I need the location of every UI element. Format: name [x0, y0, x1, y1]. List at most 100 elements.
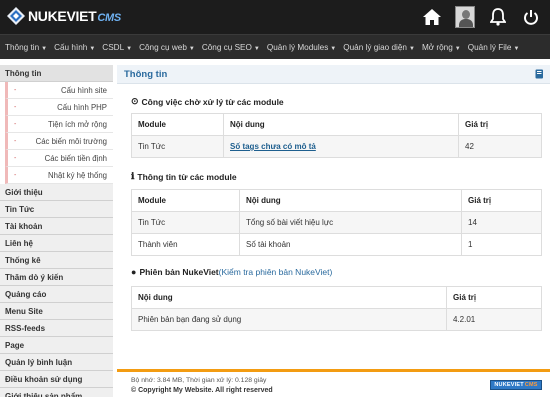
- column-header: Nội dung: [223, 113, 459, 136]
- book-icon[interactable]: [535, 69, 544, 81]
- dash-icon: -: [14, 138, 17, 145]
- nav-label: Công cụ SEO: [201, 42, 252, 52]
- caret-down-icon: ▼: [408, 45, 415, 52]
- caret-down-icon: ▼: [89, 45, 96, 52]
- caret-down-icon: ▼: [330, 45, 337, 52]
- caret-down-icon: ▼: [41, 45, 48, 52]
- dash-icon: -: [14, 87, 17, 94]
- bell-icon[interactable]: [487, 6, 509, 28]
- nav-label: Thông tin: [5, 42, 40, 52]
- section-module-info-title: ℹ Thông tin từ các module: [131, 171, 237, 182]
- home-icon[interactable]: [421, 6, 443, 28]
- section-version-title: ● Phiên bản NukeViet (Kiểm tra phiên bản…: [131, 267, 332, 277]
- sidebar-item-binh-luan[interactable]: Quản lý bình luận: [0, 354, 113, 371]
- section-pending-title: ⊙ Công việc chờ xử lý từ các module: [131, 96, 284, 107]
- section-pending-label: Công việc chờ xử lý từ các module: [141, 96, 284, 107]
- sidebar-item-tai-khoan[interactable]: Tài khoản: [0, 218, 113, 235]
- site-logo[interactable]: NUKEVIETCMS: [6, 6, 121, 26]
- footer-stats: Bộ nhớ: 3.84 MB, Thời gian xử lý: 0.128 …: [131, 377, 267, 384]
- sidebar-item-thong-ke[interactable]: Thống kê: [0, 252, 113, 269]
- table-cell: Tin Tức: [131, 135, 224, 158]
- tags-no-description-link[interactable]: Số tags chưa có mô tả: [230, 142, 316, 151]
- nav-cau-hinh[interactable]: Cấu hình ▼: [54, 43, 95, 52]
- column-header: Nội dung: [239, 189, 462, 212]
- sidebar: Thông tin - Cấu hình site - Cấu hình PHP -…: [0, 65, 113, 397]
- sidebar-subitem-bien-tien-dinh[interactable]: - Các biến tiền định: [5, 150, 113, 167]
- sidebar-item-gioi-thieu[interactable]: Giới thiệu: [0, 184, 113, 201]
- table-cell: Phiên bản bạn đang sử dụng: [131, 308, 447, 331]
- sidebar-subitem-label: Các biến môi trường: [35, 137, 107, 146]
- sidebar-subitem-cau-hinh-site[interactable]: - Cấu hình site: [5, 82, 113, 99]
- badge-suffix: CMS: [524, 382, 538, 388]
- info-icon: ℹ: [131, 171, 135, 181]
- sidebar-subitem-label: Các biến tiền định: [44, 154, 107, 163]
- caret-down-icon: ▼: [454, 45, 461, 52]
- sidebar-item-gioi-thieu-sp[interactable]: Giới thiệu sản phẩm: [0, 388, 113, 397]
- sidebar-item-lien-he[interactable]: Liên hệ: [0, 235, 113, 252]
- column-header: Giá trị: [446, 286, 542, 309]
- table-row: Thành viên Số tài khoản 1: [131, 233, 542, 256]
- module-info-table: Module Nội dung Giá trị Tin Tức Tổng số …: [131, 189, 542, 256]
- sidebar-subitem-label: Nhật ký hệ thống: [48, 171, 107, 180]
- sidebar-subitem-tien-ich[interactable]: - Tiện ích mở rộng: [5, 116, 113, 133]
- nav-quan-ly-file[interactable]: Quản lý File ▼: [468, 43, 520, 52]
- nav-cong-cu-web[interactable]: Công cụ web ▼: [139, 43, 195, 52]
- footer: Bộ nhớ: 3.84 MB, Thời gian xử lý: 0.128 …: [117, 369, 550, 397]
- caret-down-icon: ▼: [253, 45, 260, 52]
- sidebar-subitem-label: Tiện ích mở rộng: [48, 120, 107, 129]
- table-header-row: Module Nội dung Giá trị: [131, 113, 542, 136]
- section-module-info-label: Thông tin từ các module: [137, 171, 237, 182]
- column-header: Nội dung: [131, 286, 447, 309]
- version-table: Nội dung Giá trị Phiên bản bạn đang sử d…: [131, 286, 542, 331]
- sidebar-item-rss[interactable]: RSS-feeds: [0, 320, 113, 337]
- sidebar-subitem-nhat-ky[interactable]: - Nhật ký hệ thống: [5, 167, 113, 184]
- sidebar-item-page[interactable]: Page: [0, 337, 113, 354]
- nav-label: Cấu hình: [54, 42, 88, 52]
- caret-down-icon: ▼: [126, 45, 133, 52]
- sidebar-item-tin-tuc[interactable]: Tin Tức: [0, 201, 113, 218]
- table-row: Tin Tức Tổng số bài viết hiệu lực 14: [131, 211, 542, 234]
- badge-main: NUKEVIET: [494, 382, 524, 388]
- column-header: Giá trị: [461, 189, 542, 212]
- dash-icon: -: [14, 104, 17, 111]
- sidebar-item-thong-tin[interactable]: Thông tin: [0, 65, 113, 82]
- nav-label: Công cụ web: [139, 42, 187, 52]
- table-header-row: Nội dung Giá trị: [131, 286, 542, 309]
- nav-quan-ly-giao-dien[interactable]: Quản lý giao diện ▼: [343, 43, 415, 52]
- globe-icon: ●: [131, 267, 137, 277]
- page-title-bar: Thông tin: [117, 65, 550, 84]
- nav-quan-ly-modules[interactable]: Quản lý Modules ▼: [267, 43, 336, 52]
- nav-cong-cu-seo[interactable]: Công cụ SEO ▼: [202, 43, 260, 52]
- nav-label: Quản lý File: [467, 42, 512, 52]
- avatar: [455, 6, 475, 28]
- nav-mo-rong[interactable]: Mở rộng ▼: [422, 43, 461, 52]
- table-cell: 42: [458, 135, 542, 158]
- sidebar-subitem-cau-hinh-php[interactable]: - Cấu hình PHP: [5, 99, 113, 116]
- table-cell: Thành viên: [131, 233, 240, 256]
- user-avatar[interactable]: [454, 6, 476, 28]
- nav-label: Quản lý giao diện: [343, 42, 407, 52]
- page-title: Thông tin: [124, 69, 168, 80]
- footer-copyright: © Copyright My Website. All right reserv…: [131, 387, 273, 394]
- table-cell: Tổng số bài viết hiệu lực: [239, 211, 462, 234]
- sidebar-subitem-bien-moi-truong[interactable]: - Các biến môi trường: [5, 133, 113, 150]
- clock-icon: ⊙: [131, 96, 139, 106]
- nukeviet-badge[interactable]: NUKEVIET CMS: [490, 380, 542, 390]
- nav-label: Quản lý Modules: [266, 42, 329, 52]
- table-row: Phiên bản bạn đang sử dụng 4.2.01: [131, 308, 542, 331]
- table-cell: Số tài khoản: [239, 233, 462, 256]
- table-cell: 1: [461, 233, 542, 256]
- nav-csdl[interactable]: CSDL ▼: [102, 43, 132, 52]
- sidebar-item-menu-site[interactable]: Menu Site: [0, 303, 113, 320]
- dash-icon: -: [14, 121, 17, 128]
- nav-thong-tin[interactable]: Thông tin ▼: [5, 43, 47, 52]
- main-content: Thông tin ⊙ Công việc chờ xử lý từ các m…: [117, 59, 550, 397]
- sidebar-item-quang-cao[interactable]: Quảng cáo: [0, 286, 113, 303]
- nukeviet-logo-icon: [6, 6, 26, 26]
- check-version-link[interactable]: (Kiểm tra phiên bản NukeViet): [219, 267, 333, 277]
- sidebar-item-dieu-khoan[interactable]: Điều khoản sử dụng: [0, 371, 113, 388]
- section-version-label: Phiên bản NukeViet: [139, 267, 219, 277]
- nav-label: CSDL: [102, 42, 125, 52]
- sidebar-item-tham-do[interactable]: Thăm dò ý kiến: [0, 269, 113, 286]
- power-icon[interactable]: [520, 6, 542, 28]
